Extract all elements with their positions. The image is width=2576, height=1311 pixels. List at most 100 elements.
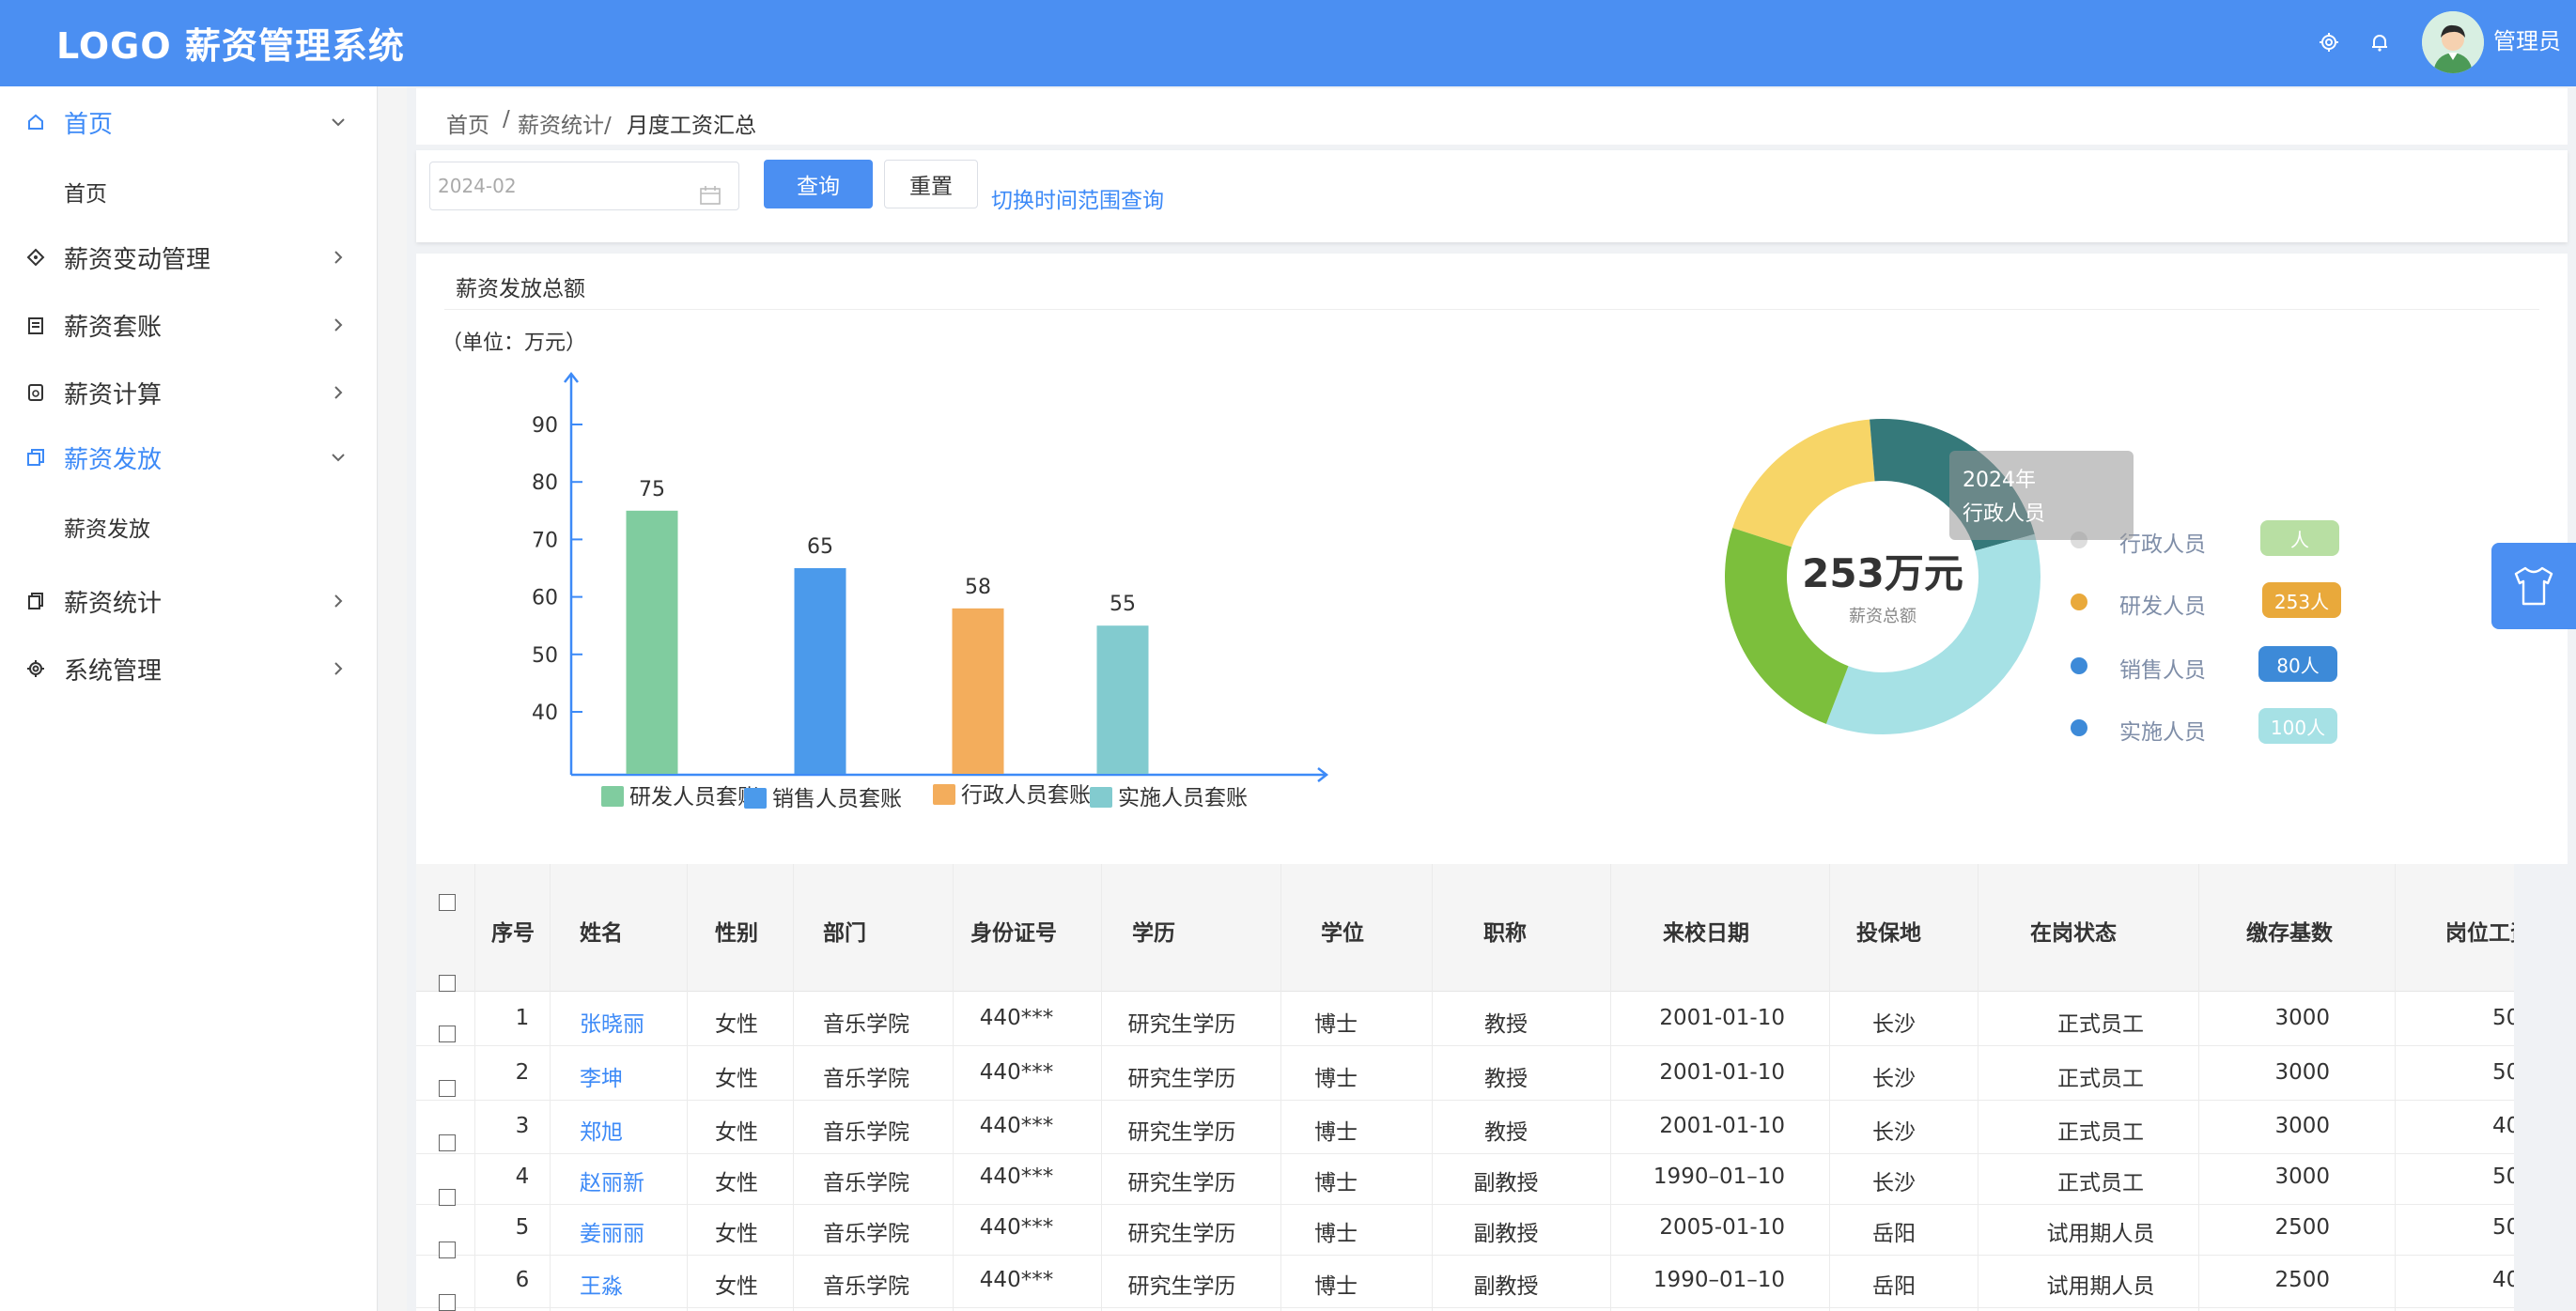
sidebar-item-label: 首页 — [64, 110, 114, 139]
panel-title: 薪资发放总额 — [456, 277, 585, 301]
employee-name-link[interactable]: 姜丽丽 — [580, 1215, 644, 1247]
row-checkbox[interactable] — [439, 1242, 456, 1258]
calc-icon — [24, 381, 47, 404]
month-picker[interactable]: 2024-02 — [429, 162, 739, 210]
employee-name-link[interactable]: 王淼 — [580, 1268, 623, 1300]
row-checkbox[interactable] — [439, 1026, 456, 1042]
select-all-checkbox[interactable] — [439, 894, 456, 911]
bar-chart: （单位：万元） 40 50 60 70 80 90 75 65 58 55 研发人员套账 销售人员… — [442, 332, 1329, 811]
legend-swatch — [744, 788, 767, 809]
table-row[interactable]: 4 赵丽新 女性 音乐学院 440*** 研究生学历 博士 副教授 1990–01–10 长沙 正式… — [416, 1151, 2514, 1205]
column-header[interactable]: 身份证号 — [970, 915, 1057, 947]
column-header[interactable]: 在岗状态 — [2030, 915, 2117, 947]
bell-icon[interactable] — [2366, 28, 2394, 56]
sidebar-item-home[interactable]: 首页 — [0, 95, 378, 149]
breadcrumb-home[interactable]: 首页 — [446, 107, 489, 139]
column-header[interactable]: 岗位工资 — [2445, 915, 2514, 947]
legend-label[interactable]: 实施人员套账 — [1118, 786, 1248, 810]
table-cell: 研究生学历 — [1127, 1171, 1236, 1195]
sidebar-item-salary-calc[interactable]: 薪资计算 — [0, 365, 378, 420]
theme-float-button[interactable] — [2491, 543, 2576, 629]
breadcrumb-stats[interactable]: 薪资统计/ — [518, 107, 612, 139]
table-row[interactable]: 2 李坤 女性 音乐学院 440*** 研究生学历 博士 教授 2001-01-10 长沙 正式员工… — [416, 1047, 2514, 1101]
table-row[interactable]: 3 郑旭 女性 音乐学院 440*** 研究生学历 博士 教授 2001-01-10 长沙 正式员工… — [416, 1101, 2514, 1154]
reset-button[interactable]: 重置 — [884, 160, 978, 208]
column-header[interactable]: 职称 — [1483, 915, 1527, 947]
bar[interactable] — [1096, 625, 1149, 774]
table-row[interactable]: 6 王淼 女性 音乐学院 440*** 研究生学历 博士 副教授 1990–01–10 岳阳 试用期… — [416, 1255, 2514, 1308]
sidebar-item-salary-change[interactable]: 薪资变动管理 — [0, 230, 378, 285]
column-header[interactable]: 姓名 — [580, 915, 623, 947]
clipboard-icon — [24, 314, 47, 336]
table-cell: 音乐学院 — [823, 1222, 909, 1246]
home-icon — [24, 111, 47, 133]
legend-label: 实施人员 — [2119, 720, 2206, 745]
avatar[interactable] — [2422, 11, 2484, 73]
row-checkbox[interactable] — [439, 1189, 456, 1206]
legend-label[interactable]: 销售人员套账 — [772, 787, 902, 811]
table-cell: 3000 — [2274, 1164, 2330, 1189]
legend-label[interactable]: 行政人员套账 — [961, 783, 1091, 808]
table-cell: 研究生学历 — [1127, 1274, 1236, 1299]
legend-row-rd[interactable]: 研发人员 253人 — [2071, 582, 2343, 620]
table-row[interactable]: 5 姜丽丽 女性 音乐学院 440*** 研究生学历 博士 副教授 2005-01-10 岳阳 试用… — [416, 1202, 2514, 1256]
bar[interactable] — [952, 608, 1004, 774]
column-header[interactable]: 性别 — [715, 915, 758, 947]
column-header[interactable]: 学历 — [1132, 915, 1175, 947]
table-cell: 音乐学院 — [823, 1171, 909, 1195]
row-checkbox[interactable] — [439, 1294, 456, 1311]
employee-name-link[interactable]: 李坤 — [580, 1060, 623, 1092]
sidebar-item-salary-account[interactable]: 薪资套账 — [0, 298, 378, 352]
employee-name-link[interactable]: 郑旭 — [580, 1114, 623, 1146]
table-cell: 女性 — [715, 1120, 758, 1145]
submenu-label: 薪资发放 — [64, 517, 150, 542]
submenu-item-home[interactable]: 首页 — [0, 162, 378, 217]
legend-row-impl[interactable]: 实施人员 100人 — [2071, 708, 2343, 746]
query-button[interactable]: 查询 — [764, 160, 873, 208]
gear-icon — [24, 657, 47, 680]
legend-count-pill: 人 — [2260, 520, 2339, 556]
submenu-item-payout[interactable]: 薪资发放 — [0, 498, 378, 552]
chart-tooltip: 2024年 行政人员 — [1949, 451, 2134, 540]
breadcrumb-current: 月度工资汇总 — [627, 114, 756, 138]
table-cell: 岳阳 — [1872, 1222, 1916, 1246]
app-logo: LOGO 薪资管理系统 — [56, 25, 405, 67]
sidebar-item-system[interactable]: 系统管理 — [0, 641, 378, 696]
column-header[interactable]: 缴存基数 — [2246, 915, 2333, 947]
sidebar-item-salary-stats[interactable]: 薪资统计 — [0, 574, 378, 628]
chevron-down-icon — [329, 113, 348, 131]
chevron-right-icon — [329, 316, 348, 334]
table-cell: 博士 — [1314, 1171, 1358, 1195]
switch-range-link[interactable]: 切换时间范围查询 — [991, 182, 1164, 214]
column-header[interactable]: 学位 — [1321, 915, 1364, 947]
user-name[interactable]: 管理员 — [2493, 23, 2561, 55]
sidebar-item-label: 系统管理 — [64, 656, 163, 686]
donut-slice[interactable] — [1732, 419, 1875, 548]
column-header[interactable]: 投保地 — [1856, 915, 1921, 947]
table-cell: 博士 — [1314, 1067, 1358, 1091]
legend-label[interactable]: 研发人员套账 — [629, 785, 759, 810]
sidebar-item-salary-payout[interactable]: 薪资发放 — [0, 430, 378, 485]
column-header[interactable]: 部门 — [823, 915, 866, 947]
table-row[interactable]: 1 张晓丽 女性 音乐学院 440*** 研究生学历 博士 教授 2001-01-10 长沙 正式员… — [416, 993, 2514, 1046]
settings-icon[interactable] — [2315, 28, 2343, 56]
y-tick-label: 70 — [532, 529, 558, 552]
breadcrumb: 首页 / 薪资统计/ 月度工资汇总 — [416, 88, 2568, 145]
table-cell: 3000 — [2274, 1060, 2330, 1085]
column-header[interactable]: 来校日期 — [1663, 915, 1749, 947]
row-checkbox[interactable] — [439, 975, 456, 992]
table-cell: 3000 — [2274, 1114, 2330, 1138]
legend-swatch — [933, 784, 955, 805]
legend-row-sales[interactable]: 销售人员 80人 — [2071, 646, 2343, 684]
column-header[interactable]: 序号 — [491, 915, 535, 947]
sidebar-item-label: 薪资统计 — [64, 589, 163, 618]
bar[interactable] — [626, 510, 678, 774]
table-cell: 长沙 — [1872, 1067, 1916, 1091]
employee-name-link[interactable]: 张晓丽 — [580, 1006, 644, 1038]
bar[interactable] — [794, 568, 846, 774]
employee-name-link[interactable]: 赵丽新 — [580, 1164, 644, 1196]
row-checkbox[interactable] — [439, 1134, 456, 1151]
row-checkbox[interactable] — [439, 1080, 456, 1097]
salary-table: 1 张晓丽 女性 音乐学院 440*** 研究生学历 博士 教授 2001-01-10 长沙 正式员… — [416, 864, 2514, 1311]
donut-center-value: 253万元 — [1802, 550, 1963, 596]
